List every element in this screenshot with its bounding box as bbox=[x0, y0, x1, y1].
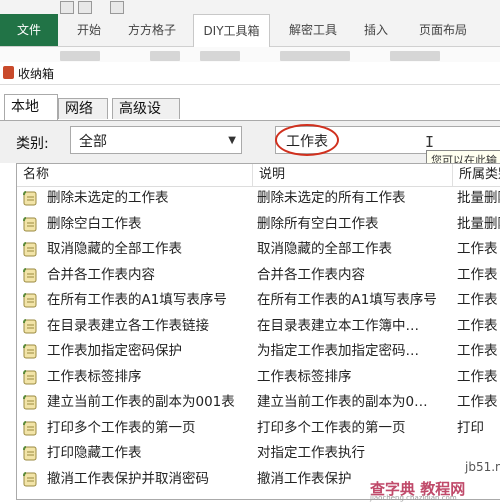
item-name: 建立当前工作表的副本为001表 bbox=[47, 394, 235, 410]
script-icon bbox=[23, 369, 37, 384]
dialog-titlebar: 收纳箱 bbox=[0, 62, 500, 85]
watermark-url: jiaocheng.chazidian.com bbox=[370, 494, 457, 502]
list-item[interactable]: 工作表标签排序 工作表标签排序 工作表 bbox=[17, 365, 500, 391]
tool-list[interactable]: 名称 说明 所属类别 删除未选定的工作表删除未选定的所有工作表批量删除删除空白工… bbox=[16, 163, 500, 500]
item-description: 建立当前工作表的副本为0… bbox=[257, 394, 428, 410]
list-item[interactable]: 在目录表建立各工作表链接 在目录表建立本工作簿中… 工作表 bbox=[17, 314, 500, 340]
watermark-site: jb51.net bbox=[465, 460, 500, 474]
script-icon bbox=[23, 420, 37, 435]
item-name: 删除空白工作表 bbox=[47, 215, 142, 232]
item-category: 工作表 bbox=[457, 266, 498, 283]
item-name: 删除未选定的工作表 bbox=[47, 190, 169, 206]
item-category: 工作表 bbox=[457, 292, 498, 308]
script-icon bbox=[23, 471, 37, 486]
column-description[interactable]: 说明 bbox=[253, 164, 453, 186]
item-category: 工作表 bbox=[457, 317, 498, 334]
storage-box-icon bbox=[3, 66, 14, 79]
item-description: 删除未选定的所有工作表 bbox=[257, 190, 406, 206]
text-cursor-icon: I bbox=[425, 133, 435, 151]
dialog-title: 收纳箱 bbox=[18, 67, 55, 81]
tab-home[interactable]: 开始 bbox=[70, 14, 108, 46]
quick-access-toolbar bbox=[0, 0, 500, 14]
highlight-circle bbox=[275, 124, 339, 156]
item-name: 合并各工作表内容 bbox=[47, 266, 155, 283]
item-description: 在所有工作表的A1填写表序号 bbox=[257, 292, 437, 308]
category-select[interactable]: 全部 ▼ bbox=[70, 126, 242, 154]
item-name: 在所有工作表的A1填写表序号 bbox=[47, 292, 227, 308]
customize-icon[interactable] bbox=[110, 1, 124, 14]
script-icon bbox=[23, 395, 37, 410]
tab-fangfang[interactable]: 方方格子 bbox=[120, 14, 184, 46]
ribbon-tab-bar: 文件 开始 方方格子 DIY工具箱 解密工具 插入 页面布局 bbox=[0, 14, 500, 47]
item-category: 工作表 bbox=[457, 241, 498, 257]
list-item[interactable]: 删除空白工作表 删除所有空白工作表 批量删除 bbox=[17, 212, 500, 238]
tab-decrypt[interactable]: 解密工具 bbox=[282, 14, 344, 46]
tab-diy-toolbox[interactable]: DIY工具箱 bbox=[193, 14, 270, 47]
item-category: 工作表 bbox=[457, 394, 498, 410]
item-category: 工作表 bbox=[457, 368, 498, 385]
script-icon bbox=[23, 293, 37, 308]
item-name: 在目录表建立各工作表链接 bbox=[47, 317, 209, 334]
script-icon bbox=[23, 267, 37, 282]
item-description: 工作表标签排序 bbox=[257, 368, 352, 385]
item-name: 打印隐藏工作表 bbox=[47, 445, 142, 461]
script-icon bbox=[23, 344, 37, 359]
category-label: 类别: bbox=[16, 136, 49, 152]
script-icon bbox=[23, 318, 37, 333]
item-category: 工作表 bbox=[457, 343, 498, 359]
item-description: 打印多个工作表的第一页 bbox=[257, 419, 406, 436]
watermark: jb51.net 查字典 教程网 jiaocheng.chazidian.com bbox=[370, 460, 500, 502]
item-category: 打印 bbox=[457, 419, 484, 436]
list-item[interactable]: 取消隐藏的全部工作表 取消隐藏的全部工作表 工作表 bbox=[17, 237, 500, 263]
file-tab[interactable]: 文件 bbox=[0, 14, 58, 46]
tab-insert[interactable]: 插入 bbox=[356, 14, 396, 46]
list-item[interactable]: 建立当前工作表的副本为001表 建立当前工作表的副本为0… 工作表 bbox=[17, 390, 500, 416]
script-icon bbox=[23, 216, 37, 231]
list-header: 名称 说明 所属类别 bbox=[17, 164, 500, 187]
item-category: 批量删除 bbox=[457, 190, 500, 206]
item-description: 删除所有空白工作表 bbox=[257, 215, 379, 232]
tab-local[interactable]: 本地 bbox=[4, 94, 58, 120]
item-name: 工作表标签排序 bbox=[47, 368, 142, 385]
list-item[interactable]: 在所有工作表的A1填写表序号 在所有工作表的A1填写表序号 工作表 bbox=[17, 288, 500, 314]
list-item[interactable]: 合并各工作表内容 合并各工作表内容 工作表 bbox=[17, 263, 500, 289]
list-item[interactable]: 打印多个工作表的第一页 打印多个工作表的第一页 打印 bbox=[17, 416, 500, 442]
column-category[interactable]: 所属类别 bbox=[453, 164, 500, 186]
item-description: 合并各工作表内容 bbox=[257, 266, 365, 283]
item-description: 取消隐藏的全部工作表 bbox=[257, 241, 392, 257]
tab-network[interactable]: 网络 bbox=[58, 98, 108, 119]
script-icon bbox=[23, 446, 37, 461]
item-name: 工作表加指定密码保护 bbox=[47, 343, 182, 359]
column-name[interactable]: 名称 bbox=[17, 164, 253, 186]
item-description: 为指定工作表加指定密码… bbox=[257, 343, 419, 359]
category-value: 全部 bbox=[79, 134, 107, 150]
ribbon-content bbox=[0, 47, 500, 63]
tab-advanced-settings[interactable]: 高级设置 bbox=[112, 98, 180, 138]
undo-icon[interactable] bbox=[60, 1, 74, 14]
redo-icon[interactable] bbox=[78, 1, 92, 14]
chevron-down-icon[interactable]: ▼ bbox=[228, 135, 236, 146]
item-category: 批量删除 bbox=[457, 215, 500, 232]
item-name: 撤消工作表保护并取消密码 bbox=[47, 470, 209, 487]
item-name: 取消隐藏的全部工作表 bbox=[47, 241, 182, 257]
item-description: 在目录表建立本工作簿中… bbox=[257, 317, 419, 334]
item-name: 打印多个工作表的第一页 bbox=[47, 419, 196, 436]
list-item[interactable]: 删除未选定的工作表 删除未选定的所有工作表 批量删除 bbox=[17, 186, 500, 212]
dialog-tabs: 本地 网络 高级设置 bbox=[0, 86, 500, 138]
tab-page-layout[interactable]: 页面布局 bbox=[410, 14, 476, 46]
script-icon bbox=[23, 242, 37, 257]
script-icon bbox=[23, 191, 37, 206]
list-item[interactable]: 工作表加指定密码保护 为指定工作表加指定密码… 工作表 bbox=[17, 339, 500, 365]
